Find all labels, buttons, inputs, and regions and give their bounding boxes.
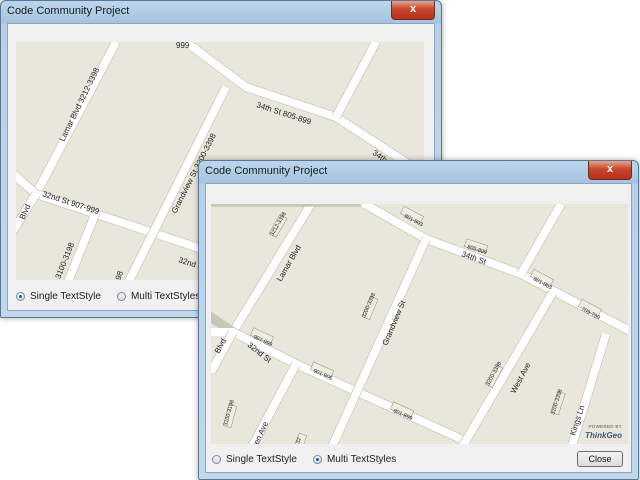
front-radio-multi-label: Multi TextStyles (326, 454, 397, 465)
close-button[interactable]: Close (577, 451, 623, 467)
front-road-network (211, 204, 628, 444)
back-radio-multi-label: Multi TextStyles (130, 291, 201, 302)
front-window-title: Code Community Project (205, 165, 328, 177)
front-radio-single-textstyle[interactable]: Single TextStyle (212, 454, 297, 465)
brand-name: ThinkGeo (585, 431, 622, 440)
front-window-close-icon[interactable]: x (588, 161, 632, 180)
front-map-canvas: Lamar Blvd 3212-3398 34th St 801-803 805… (211, 204, 628, 444)
front-window: Code Community Project x Lamar Blvd 3212… (198, 160, 639, 480)
radio-unselected-icon (212, 455, 221, 464)
front-textstyle-options: Single TextStyle Multi TextStyles (212, 454, 396, 465)
back-radio-single-label: Single TextStyle (30, 291, 101, 302)
front-window-client: Lamar Blvd 3212-3398 34th St 801-803 805… (205, 183, 632, 473)
thinkgeo-logo: POWERED BY ThinkGeo (585, 424, 622, 441)
back-window-close-icon[interactable]: x (391, 1, 435, 20)
back-window-titlebar[interactable]: Code Community Project x (1, 1, 441, 23)
front-radio-single-label: Single TextStyle (226, 454, 297, 465)
back-radio-single-textstyle[interactable]: Single TextStyle (16, 291, 101, 302)
front-map-view[interactable]: Lamar Blvd 3212-3398 34th St 801-803 805… (211, 204, 628, 444)
radio-selected-icon (312, 455, 322, 464)
brand-powered-by: POWERED BY (588, 424, 622, 429)
front-radio-multi-textstyles[interactable]: Multi TextStyles (312, 454, 397, 465)
back-radio-multi-textstyles[interactable]: Multi TextStyles (116, 291, 201, 302)
radio-selected-icon (16, 292, 25, 301)
back-label-third: 00-3198 (107, 269, 125, 280)
back-label-top: 999 (176, 42, 190, 50)
back-textstyle-options: Single TextStyle Multi TextStyles (16, 291, 200, 302)
back-window-title: Code Community Project (7, 5, 130, 17)
front-window-titlebar[interactable]: Code Community Project x (199, 161, 638, 183)
back-label-lamar: Lamar Blvd 3212-3398 (58, 66, 102, 143)
radio-unselected-icon (116, 292, 126, 301)
